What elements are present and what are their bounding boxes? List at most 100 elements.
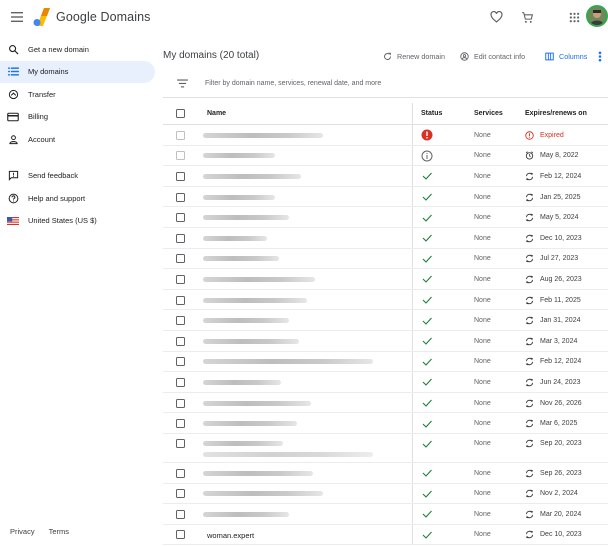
- expires-date: Mar 6, 2025: [540, 420, 578, 428]
- privacy-link[interactable]: Privacy: [10, 527, 35, 536]
- row-checkbox[interactable]: [176, 336, 185, 346]
- table-row[interactable]: None Mar 20, 2024: [163, 504, 608, 525]
- table-row[interactable]: None Mar 3, 2024: [163, 330, 608, 352]
- redacted-domain-name[interactable]: [203, 359, 373, 365]
- redacted-domain-name[interactable]: [203, 132, 323, 138]
- row-checkbox[interactable]: [176, 213, 185, 223]
- table-row[interactable]: None Nov 26, 2026: [163, 392, 608, 414]
- table-row[interactable]: None Dec 10, 2023: [163, 227, 608, 249]
- table-row[interactable]: None Sep 20, 2023: [163, 433, 608, 463]
- expires-date: Feb 11, 2025: [540, 296, 581, 304]
- edit-contact-info-button[interactable]: Edit contact info: [459, 51, 525, 61]
- sidebar-item-account[interactable]: Account: [0, 128, 155, 151]
- renew-domain-button[interactable]: Renew domain: [382, 51, 445, 61]
- column-header-services[interactable]: Services: [474, 110, 503, 117]
- table-row[interactable]: None Nov 2, 2024: [163, 483, 608, 505]
- sidebar-item-my-domains[interactable]: My domains: [0, 60, 155, 83]
- row-checkbox[interactable]: [176, 171, 185, 181]
- table-row[interactable]: woman.expert None Dec 10, 2023: [163, 524, 608, 546]
- row-checkbox[interactable]: [176, 398, 185, 408]
- favorites-heart-icon[interactable]: [487, 8, 505, 26]
- row-checkbox[interactable]: [176, 357, 185, 367]
- redacted-domain-name[interactable]: [203, 297, 307, 303]
- row-checkbox[interactable]: [176, 192, 185, 202]
- table-row[interactable]: None Expired: [163, 125, 608, 146]
- redacted-domain-name[interactable]: [203, 379, 281, 385]
- transfer-icon: [7, 88, 19, 100]
- column-header-status[interactable]: Status: [421, 110, 442, 117]
- table-row[interactable]: None Jul 27, 2023: [163, 248, 608, 270]
- redacted-domain-name[interactable]: [203, 276, 315, 282]
- redacted-domain-name[interactable]: [203, 256, 279, 262]
- columns-button[interactable]: Columns: [544, 51, 587, 61]
- redacted-domain-name[interactable]: [203, 153, 275, 159]
- row-checkbox[interactable]: [176, 233, 185, 243]
- redacted-domain-name[interactable]: [203, 235, 267, 241]
- domain-name[interactable]: woman.expert: [207, 531, 254, 540]
- more-options-icon[interactable]: [598, 51, 602, 62]
- info-icon: [421, 150, 433, 162]
- row-checkbox[interactable]: [176, 530, 185, 540]
- sidebar-item-transfer[interactable]: Transfer: [0, 83, 155, 106]
- row-checkbox[interactable]: [176, 316, 185, 326]
- table-row[interactable]: None Jun 24, 2023: [163, 372, 608, 393]
- row-checkbox[interactable]: [176, 254, 185, 264]
- redacted-domain-name[interactable]: [203, 441, 283, 447]
- row-checkbox[interactable]: [176, 489, 185, 499]
- row-checkbox[interactable]: [176, 439, 185, 449]
- table-row[interactable]: None Jan 25, 2025: [163, 186, 608, 208]
- redacted-domain-name[interactable]: [203, 470, 313, 476]
- apps-grid-icon[interactable]: [565, 8, 583, 26]
- table-row[interactable]: None May 8, 2022: [163, 145, 608, 167]
- sidebar-item-billing[interactable]: Billing: [0, 106, 155, 129]
- expires-date: Dec 10, 2023: [540, 234, 582, 242]
- table-row[interactable]: None Feb 12, 2024: [163, 166, 608, 187]
- sidebar-item-help-support[interactable]: Help and support: [0, 187, 155, 210]
- redacted-domain-name[interactable]: [203, 318, 289, 324]
- redacted-domain-name[interactable]: [203, 215, 289, 221]
- table-row[interactable]: None Mar 6, 2025: [163, 413, 608, 434]
- select-all-checkbox[interactable]: [176, 109, 185, 118]
- redacted-domain-name[interactable]: [203, 511, 289, 517]
- column-header-name[interactable]: Name: [207, 110, 226, 117]
- table-row[interactable]: None Aug 26, 2023: [163, 269, 608, 290]
- redacted-domain-name[interactable]: [203, 421, 297, 427]
- row-checkbox[interactable]: [176, 151, 185, 161]
- hamburger-menu-icon[interactable]: [9, 9, 25, 25]
- redacted-domain-name[interactable]: [203, 491, 323, 497]
- filter-icon[interactable]: [177, 79, 189, 91]
- google-domains-logo-icon[interactable]: [33, 7, 51, 27]
- expires-value: Jan 25, 2025: [525, 193, 580, 202]
- app-brand[interactable]: Google Domains: [56, 10, 151, 24]
- row-checkbox[interactable]: [176, 130, 185, 140]
- redacted-domain-name[interactable]: [203, 338, 299, 344]
- redacted-domain-name[interactable]: [203, 173, 301, 179]
- sidebar-footer: Privacy Terms: [10, 527, 69, 536]
- table-row[interactable]: None Feb 12, 2024: [163, 351, 608, 373]
- filter-placeholder[interactable]: Filter by domain name, services, renewal…: [205, 80, 381, 87]
- cart-icon[interactable]: [518, 8, 536, 26]
- sidebar-item-send-feedback[interactable]: Send feedback: [0, 165, 155, 188]
- row-checkbox[interactable]: [176, 509, 185, 519]
- filter-bar[interactable]: Filter by domain name, services, renewal…: [163, 72, 608, 98]
- table-row[interactable]: None Sep 26, 2023: [163, 462, 608, 484]
- redacted-domain-name[interactable]: [203, 400, 311, 406]
- row-checkbox[interactable]: [176, 274, 185, 284]
- table-row[interactable]: None Jan 31, 2024: [163, 310, 608, 331]
- table-row[interactable]: None May 5, 2024: [163, 207, 608, 228]
- row-checkbox[interactable]: [176, 419, 185, 429]
- sidebar-item-get-new-domain[interactable]: Get a new domain: [0, 38, 155, 61]
- row-checkbox[interactable]: [176, 468, 185, 478]
- terms-link[interactable]: Terms: [49, 527, 69, 536]
- auto-renew-icon: [525, 337, 534, 346]
- table-row[interactable]: None Feb 11, 2025: [163, 289, 608, 311]
- user-avatar[interactable]: [586, 5, 608, 27]
- auto-renew-icon: [525, 316, 534, 325]
- column-divider: [412, 125, 413, 145]
- column-header-expires[interactable]: Expires/renews on: [525, 110, 587, 117]
- redacted-domain-name[interactable]: [203, 194, 275, 200]
- account-icon: [7, 133, 19, 145]
- row-checkbox[interactable]: [176, 295, 185, 305]
- row-checkbox[interactable]: [176, 377, 185, 387]
- sidebar-item-country-currency[interactable]: United States (US $): [0, 210, 155, 233]
